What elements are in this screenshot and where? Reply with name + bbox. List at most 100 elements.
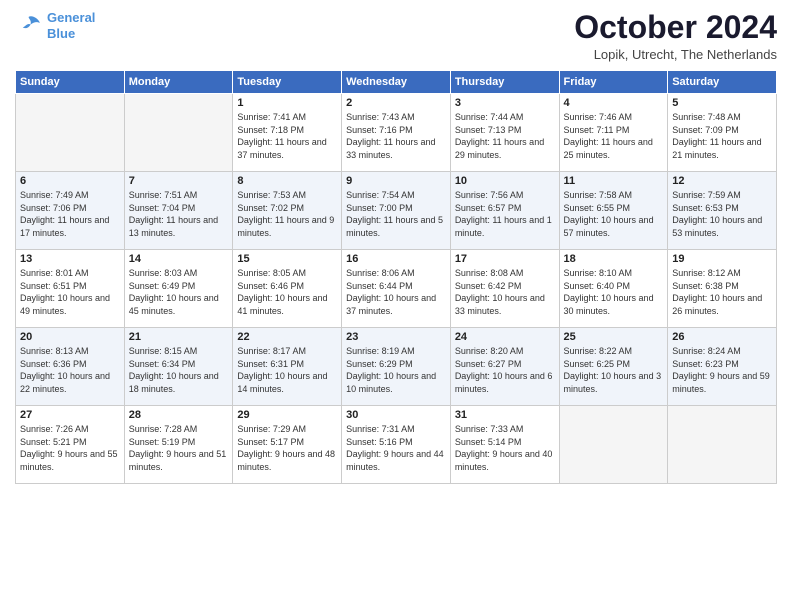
day-number: 13 xyxy=(20,253,120,265)
day-info: Sunrise: 8:05 AMSunset: 6:46 PMDaylight:… xyxy=(237,267,337,317)
table-row: 8 Sunrise: 7:53 AMSunset: 7:02 PMDaylight… xyxy=(233,172,342,250)
day-info: Sunrise: 7:33 AMSunset: 5:14 PMDaylight:… xyxy=(455,423,555,473)
sunset-text: Sunset: 5:14 PM xyxy=(455,436,555,449)
day-number: 28 xyxy=(129,409,229,421)
sunset-text: Sunset: 5:16 PM xyxy=(346,436,446,449)
sunset-text: Sunset: 7:11 PM xyxy=(564,124,664,137)
sunset-text: Sunset: 6:55 PM xyxy=(564,202,664,215)
table-row: 17 Sunrise: 8:08 AMSunset: 6:42 PMDayligh… xyxy=(450,250,559,328)
daylight-text: Daylight: 11 hours and 9 minutes. xyxy=(237,214,337,239)
table-row: 7 Sunrise: 7:51 AMSunset: 7:04 PMDaylight… xyxy=(124,172,233,250)
table-row: 22Sunrise: 8:17 AMSunset: 6:31 PMDayligh… xyxy=(233,328,342,406)
day-number: 6 xyxy=(20,175,120,187)
logo: General Blue xyxy=(15,10,95,41)
day-info: Sunrise: 7:59 AMSunset: 6:53 PMDaylight:… xyxy=(672,189,772,239)
sunset-text: Sunset: 5:19 PM xyxy=(129,436,229,449)
table-row: 14 Sunrise: 8:03 AMSunset: 6:49 PMDayligh… xyxy=(124,250,233,328)
calendar-week-row: 20Sunrise: 8:13 AMSunset: 6:36 PMDayligh… xyxy=(16,328,777,406)
daylight-text: Daylight: 10 hours and 10 minutes. xyxy=(346,370,446,395)
day-number: 30 xyxy=(346,409,446,421)
day-info: Sunrise: 7:46 AMSunset: 7:11 PMDaylight:… xyxy=(564,111,664,161)
calendar-week-row: 1Sunrise: 7:41 AMSunset: 7:18 PMDaylight… xyxy=(16,94,777,172)
daylight-text: Daylight: 10 hours and 45 minutes. xyxy=(129,292,229,317)
sunrise-text: Sunrise: 8:06 AM xyxy=(346,267,446,280)
daylight-text: Daylight: 11 hours and 13 minutes. xyxy=(129,214,229,239)
table-row: 25Sunrise: 8:22 AMSunset: 6:25 PMDayligh… xyxy=(559,328,668,406)
sunrise-text: Sunrise: 8:22 AM xyxy=(564,345,664,358)
day-number: 11 xyxy=(564,175,664,187)
sunrise-text: Sunrise: 7:58 AM xyxy=(564,189,664,202)
page-header: General Blue October 2024 Lopik, Utrecht… xyxy=(15,10,777,62)
day-number: 5 xyxy=(672,97,772,109)
table-row: 28 Sunrise: 7:28 AMSunset: 5:19 PMDayligh… xyxy=(124,406,233,484)
sunrise-text: Sunrise: 7:54 AM xyxy=(346,189,446,202)
table-row: 2Sunrise: 7:43 AMSunset: 7:16 PMDaylight… xyxy=(342,94,451,172)
day-number: 1 xyxy=(237,97,337,109)
sunset-text: Sunset: 6:40 PM xyxy=(564,280,664,293)
col-wednesday: Wednesday xyxy=(342,71,451,94)
day-info: Sunrise: 8:22 AMSunset: 6:25 PMDaylight:… xyxy=(564,345,664,395)
daylight-text: Daylight: 10 hours and 22 minutes. xyxy=(20,370,120,395)
day-info: Sunrise: 7:28 AMSunset: 5:19 PMDaylight:… xyxy=(129,423,229,473)
table-row: 13 Sunrise: 8:01 AMSunset: 6:51 PMDayligh… xyxy=(16,250,125,328)
sunset-text: Sunset: 6:38 PM xyxy=(672,280,772,293)
table-row xyxy=(668,406,777,484)
sunrise-text: Sunrise: 7:48 AM xyxy=(672,111,772,124)
sunset-text: Sunset: 7:18 PM xyxy=(237,124,337,137)
day-number: 7 xyxy=(129,175,229,187)
sunset-text: Sunset: 6:34 PM xyxy=(129,358,229,371)
sunset-text: Sunset: 7:13 PM xyxy=(455,124,555,137)
sunset-text: Sunset: 6:53 PM xyxy=(672,202,772,215)
col-tuesday: Tuesday xyxy=(233,71,342,94)
sunrise-text: Sunrise: 8:01 AM xyxy=(20,267,120,280)
day-number: 16 xyxy=(346,253,446,265)
daylight-text: Daylight: 10 hours and 49 minutes. xyxy=(20,292,120,317)
sunset-text: Sunset: 7:06 PM xyxy=(20,202,120,215)
day-number: 26 xyxy=(672,331,772,343)
sunrise-text: Sunrise: 7:51 AM xyxy=(129,189,229,202)
sunset-text: Sunset: 7:09 PM xyxy=(672,124,772,137)
calendar-week-row: 6 Sunrise: 7:49 AMSunset: 7:06 PMDaylight… xyxy=(16,172,777,250)
day-number: 2 xyxy=(346,97,446,109)
sunset-text: Sunset: 6:23 PM xyxy=(672,358,772,371)
month-title: October 2024 xyxy=(574,10,777,45)
table-row: 9Sunrise: 7:54 AMSunset: 7:00 PMDaylight… xyxy=(342,172,451,250)
day-info: Sunrise: 8:01 AMSunset: 6:51 PMDaylight:… xyxy=(20,267,120,317)
table-row: 24Sunrise: 8:20 AMSunset: 6:27 PMDayligh… xyxy=(450,328,559,406)
table-row: 29Sunrise: 7:29 AMSunset: 5:17 PMDayligh… xyxy=(233,406,342,484)
daylight-text: Daylight: 10 hours and 53 minutes. xyxy=(672,214,772,239)
col-saturday: Saturday xyxy=(668,71,777,94)
sunset-text: Sunset: 6:42 PM xyxy=(455,280,555,293)
day-info: Sunrise: 8:08 AMSunset: 6:42 PMDaylight:… xyxy=(455,267,555,317)
day-info: Sunrise: 7:51 AMSunset: 7:04 PMDaylight:… xyxy=(129,189,229,239)
day-number: 17 xyxy=(455,253,555,265)
daylight-text: Daylight: 9 hours and 59 minutes. xyxy=(672,370,772,395)
col-sunday: Sunday xyxy=(16,71,125,94)
day-info: Sunrise: 8:17 AMSunset: 6:31 PMDaylight:… xyxy=(237,345,337,395)
daylight-text: Daylight: 10 hours and 57 minutes. xyxy=(564,214,664,239)
table-row: 20Sunrise: 8:13 AMSunset: 6:36 PMDayligh… xyxy=(16,328,125,406)
logo-icon xyxy=(15,12,43,40)
day-number: 23 xyxy=(346,331,446,343)
sunset-text: Sunset: 7:04 PM xyxy=(129,202,229,215)
daylight-text: Daylight: 10 hours and 33 minutes. xyxy=(455,292,555,317)
day-number: 21 xyxy=(129,331,229,343)
sunrise-text: Sunrise: 7:31 AM xyxy=(346,423,446,436)
day-number: 14 xyxy=(129,253,229,265)
day-number: 8 xyxy=(237,175,337,187)
day-info: Sunrise: 8:10 AMSunset: 6:40 PMDaylight:… xyxy=(564,267,664,317)
sunset-text: Sunset: 6:57 PM xyxy=(455,202,555,215)
day-info: Sunrise: 8:12 AMSunset: 6:38 PMDaylight:… xyxy=(672,267,772,317)
day-info: Sunrise: 8:03 AMSunset: 6:49 PMDaylight:… xyxy=(129,267,229,317)
daylight-text: Daylight: 10 hours and 6 minutes. xyxy=(455,370,555,395)
sunset-text: Sunset: 6:36 PM xyxy=(20,358,120,371)
daylight-text: Daylight: 11 hours and 25 minutes. xyxy=(564,136,664,161)
table-row: 31Sunrise: 7:33 AMSunset: 5:14 PMDayligh… xyxy=(450,406,559,484)
daylight-text: Daylight: 10 hours and 18 minutes. xyxy=(129,370,229,395)
table-row xyxy=(16,94,125,172)
table-row: 21Sunrise: 8:15 AMSunset: 6:34 PMDayligh… xyxy=(124,328,233,406)
table-row: 1Sunrise: 7:41 AMSunset: 7:18 PMDaylight… xyxy=(233,94,342,172)
col-friday: Friday xyxy=(559,71,668,94)
day-info: Sunrise: 7:49 AMSunset: 7:06 PMDaylight:… xyxy=(20,189,120,239)
day-info: Sunrise: 7:53 AMSunset: 7:02 PMDaylight:… xyxy=(237,189,337,239)
